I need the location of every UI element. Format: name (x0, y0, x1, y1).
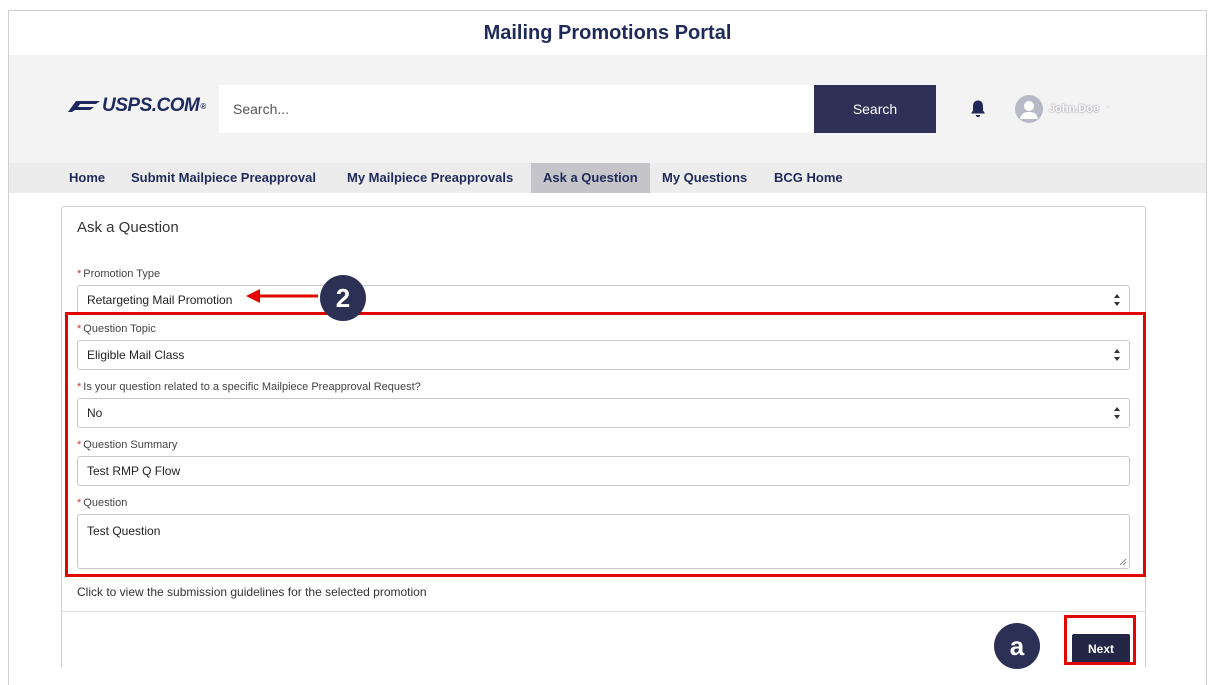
site-header: USPS.COM® Search John.Doe ▼ (9, 55, 1206, 163)
user-name[interactable]: John.Doe (1049, 103, 1099, 115)
annotation-arrow-icon (246, 289, 318, 303)
step-badge: 2 (320, 275, 366, 321)
submission-guidelines-link[interactable]: Click to view the submission guidelines … (77, 585, 427, 599)
usps-logo[interactable]: USPS.COM ® (66, 95, 206, 117)
ask-question-card: Ask a Question * Promotion Type Retargeti… (61, 206, 1146, 669)
nav-submit-mailpiece-preapproval[interactable]: Submit Mailpiece Preapproval (119, 163, 328, 193)
portal-title: Mailing Promotions Portal (483, 22, 732, 44)
portal-frame: Mailing Promotions Portal USPS.COM ® Sear… (8, 10, 1207, 685)
nav-bcg-home[interactable]: BCG Home (762, 163, 855, 193)
select-arrows-icon (1114, 349, 1120, 361)
question-textarea[interactable]: Test Question (77, 514, 1130, 569)
select-arrows-icon (1114, 294, 1120, 306)
bell-icon[interactable] (969, 99, 987, 119)
nav-my-questions[interactable]: My Questions (650, 163, 759, 193)
related-request-label: * Is your question related to a specific … (77, 381, 421, 393)
related-request-select[interactable]: No (77, 398, 1130, 428)
promotion-type-select[interactable]: Retargeting Mail Promotion (77, 285, 1130, 315)
question-topic-label: * Question Topic (77, 323, 156, 335)
question-topic-select[interactable]: Eligible Mail Class (77, 340, 1130, 370)
question-label: * Question (77, 497, 128, 509)
card-title: Ask a Question (77, 219, 179, 236)
question-summary-input[interactable]: Test RMP Q Flow (77, 456, 1130, 486)
select-arrows-icon (1114, 407, 1120, 419)
logo-text: USPS.COM (102, 95, 200, 116)
action-badge: a (994, 623, 1040, 669)
usps-eagle-icon (68, 101, 100, 112)
user-avatar-icon[interactable] (1015, 95, 1043, 123)
chevron-down-icon[interactable]: ▼ (1104, 103, 1112, 112)
search-input[interactable] (219, 85, 814, 133)
nav-my-mailpiece-preapprovals[interactable]: My Mailpiece Preapprovals (335, 163, 525, 193)
card-footer: Next (62, 611, 1145, 669)
question-summary-label: * Question Summary (77, 439, 178, 451)
promotion-type-label: * Promotion Type (77, 268, 161, 280)
resize-grip-icon[interactable] (1119, 558, 1127, 566)
search-button[interactable]: Search (814, 85, 936, 133)
main-nav: Home Submit Mailpiece Preapproval My Mai… (9, 163, 1206, 193)
nav-home[interactable]: Home (57, 163, 117, 193)
nav-ask-a-question[interactable]: Ask a Question (531, 163, 650, 193)
next-button[interactable]: Next (1072, 634, 1130, 664)
